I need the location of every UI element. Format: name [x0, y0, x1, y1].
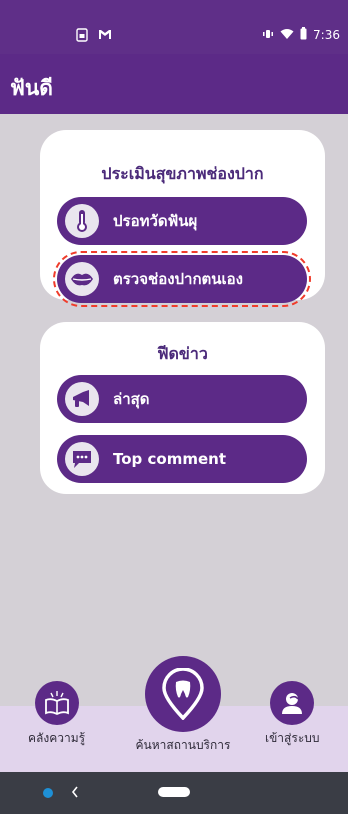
mail-icon [98, 28, 112, 45]
sim-icon [76, 28, 88, 45]
self-oral-check-label: ตรวจช่องปากตนเอง [113, 270, 244, 288]
news-title: ฟีดข่าว [157, 344, 208, 363]
book-icon [34, 681, 79, 725]
nav-find-services-label: ค้นหาสถานบริการ [135, 738, 231, 752]
thermometer-icon [65, 204, 99, 238]
assessment-card: ประเมินสุขภาพช่องปาก ปรอทวัดฟันผุ ตรวจช่… [40, 130, 325, 307]
nav-login[interactable]: เข้าสู่ระบบ [265, 681, 320, 748]
self-oral-check-button[interactable]: ตรวจช่องปากตนเอง [57, 255, 307, 303]
app-bar: ฟันดี [0, 54, 348, 114]
battery-icon [300, 27, 307, 43]
megaphone-icon [65, 382, 99, 416]
back-chevron-icon[interactable] [70, 784, 80, 804]
latest-news-label: ล่าสุด [113, 390, 150, 408]
status-bar: 7:36 [0, 0, 348, 54]
status-right: 7:36 [262, 27, 340, 43]
main-content: ประเมินสุขภาพช่องปาก ปรอทวัดฟันผุ ตรวจช่… [0, 114, 348, 706]
user-icon [270, 681, 315, 725]
cavity-thermometer-label: ปรอทวัดฟันผุ [113, 212, 198, 230]
nav-find-services[interactable]: ค้นหาสถานบริการ [133, 656, 233, 755]
chat-icon [65, 442, 99, 476]
nav-knowledge-label: คลังความรู้ [28, 731, 86, 745]
lips-icon [65, 262, 99, 296]
tooth-pin-icon [145, 656, 221, 732]
assistant-dot-icon [43, 788, 53, 798]
home-pill-icon[interactable] [158, 787, 190, 797]
app-title: ฟันดี [10, 76, 53, 100]
top-comment-label: Top comment [113, 450, 226, 468]
status-time: 7:36 [313, 28, 340, 42]
bottom-nav: คลังความรู้ ค้นหาสถานบริการ เข้าสู่ระบบ [0, 656, 348, 772]
wifi-icon [280, 28, 294, 43]
news-card: ฟีดข่าว ล่าสุด Top comment [40, 322, 325, 494]
nav-login-label: เข้าสู่ระบบ [265, 731, 320, 745]
cavity-thermometer-button[interactable]: ปรอทวัดฟันผุ [57, 197, 307, 245]
assessment-title: ประเมินสุขภาพช่องปาก [101, 164, 264, 183]
vibrate-icon [262, 28, 274, 43]
top-comment-button[interactable]: Top comment [57, 435, 307, 483]
system-nav-bar [0, 772, 348, 814]
latest-news-button[interactable]: ล่าสุด [57, 375, 307, 423]
nav-knowledge-library[interactable]: คลังความรู้ [28, 681, 85, 748]
status-left [76, 28, 112, 45]
